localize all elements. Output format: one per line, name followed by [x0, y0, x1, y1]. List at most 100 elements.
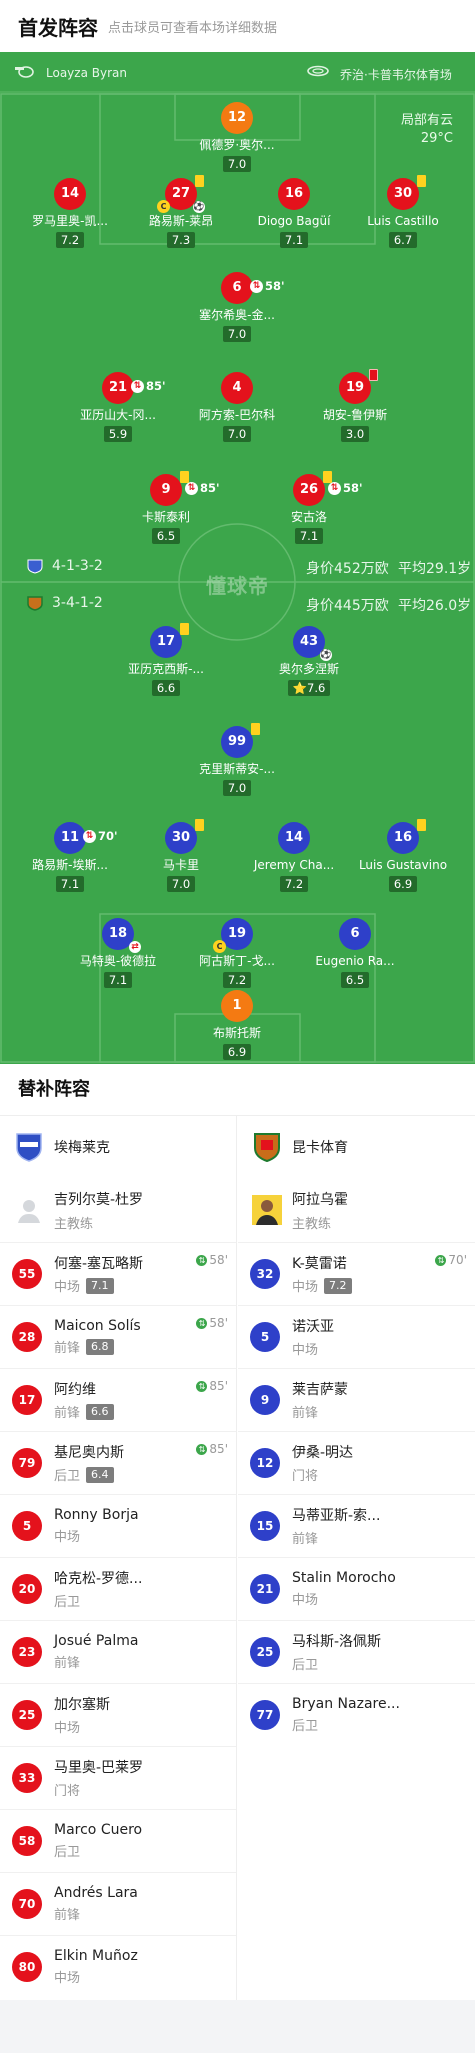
away-player-99[interactable]: 99 克里斯蒂安-... 7.0	[177, 723, 297, 796]
sub-player-position: 前锋	[54, 1908, 81, 1923]
home-team-name: 埃梅莱克	[54, 1140, 110, 1156]
player-number-wrap: 6 ⇅ 58'	[221, 272, 285, 304]
sub-player-row[interactable]: 5 诺沃亚 中场	[238, 1305, 475, 1368]
player-number-wrap: 9 ⇅ 85'	[150, 471, 220, 506]
sub-player-row[interactable]: 70 Andrés Lara 前锋	[0, 1872, 236, 1935]
player-rating: 7.6	[307, 681, 326, 695]
sub-player-position: 中场	[54, 1721, 81, 1736]
sub-player-row[interactable]: 55 何塞-塞瓦略斯 中场 7.1 ⇅ 58'	[0, 1242, 236, 1305]
sub-player-row[interactable]: 23 Josué Palma 前锋	[0, 1620, 236, 1683]
home-player-16[interactable]: 16 Diogo Bagüí 7.1	[234, 178, 354, 248]
player-name: 胡安-鲁伊斯	[322, 408, 388, 422]
away-player-14[interactable]: 14 Jeremy Cha... 7.2	[234, 822, 354, 892]
sub-player-row[interactable]: 9 莱吉萨蒙 前锋	[238, 1368, 475, 1431]
home-player-9[interactable]: 9 ⇅ 85' 卡斯泰利 6.5	[106, 471, 226, 544]
home-formation: 4-1-3-2	[52, 558, 103, 574]
sub-player-row[interactable]: 79 基尼奥内斯 后卫 6.4 ⇅ 85'	[0, 1431, 236, 1494]
player-number: 6	[232, 280, 242, 295]
sub-player-row[interactable]: 33 马里奥-巴莱罗 门将	[0, 1746, 236, 1809]
player-number-wrap: 19	[339, 369, 378, 404]
player-number-wrap: 99	[221, 723, 260, 758]
home-sub-list: 55 何塞-塞瓦略斯 中场 7.1 ⇅ 58' 28 Maicon Solís 前锋 6.8 ⇅ 58…	[0, 1242, 236, 1998]
sub-player-row[interactable]: 25 加尔塞斯 中场	[0, 1683, 236, 1746]
sub-player-row[interactable]: 32 K-莫雷诺 中场 7.2 ⇅ 70'	[238, 1242, 475, 1305]
sub-player-row[interactable]: 20 哈克松-罗德... 后卫	[0, 1557, 236, 1620]
away-subs-team[interactable]: 昆卡体育	[238, 1116, 475, 1178]
home-player-30[interactable]: 30 Luis Castillo 6.7	[343, 175, 463, 248]
away-player-17[interactable]: 17 亚历克西斯-... 6.6	[106, 623, 226, 696]
coach-role: 主教练	[292, 1216, 332, 1232]
sub-minute: 85'	[209, 1442, 228, 1456]
red-card-icon	[369, 369, 378, 381]
home-player-6[interactable]: 6 ⇅ 58' 塞尔希奥-金... 7.0	[177, 272, 297, 342]
weather-info: 局部有云 29°C	[401, 112, 453, 148]
player-name: 罗马里奥-凯...	[32, 214, 108, 228]
coach-role: 主教练	[54, 1216, 94, 1232]
sub-player-row[interactable]: 17 阿约维 前锋 6.6 ⇅ 85'	[0, 1368, 236, 1431]
player-number: 14	[278, 822, 310, 854]
away-player-30[interactable]: 30 马卡里 7.0	[121, 819, 241, 892]
away-player-6[interactable]: 6 Eugenio Ra... 6.5	[295, 918, 415, 988]
player-name: 卡斯泰利	[141, 510, 190, 524]
away-player-18[interactable]: 18 ⇄ 马特奥-彼德拉 7.1	[58, 918, 178, 988]
player-rating: 6.5	[151, 528, 181, 544]
home-player-19[interactable]: 19 胡安-鲁伊斯 3.0	[295, 369, 415, 442]
sub-player-name: 诺沃亚	[292, 1319, 334, 1335]
sub-minute: 70'	[98, 829, 118, 843]
home-player-12[interactable]: 12 佩德罗·奥尔... 7.0	[177, 102, 297, 172]
player-number: 11	[60, 830, 80, 845]
home-player-21[interactable]: 21 ⇅ 85' 亚历山大-冈... 5.9	[58, 372, 178, 442]
sub-out-icon: ⇅	[185, 481, 198, 495]
away-coach[interactable]: 阿拉乌霍 主教练	[238, 1178, 475, 1242]
away-player-1[interactable]: 1 布斯托斯 6.9	[177, 990, 297, 1060]
sub-player-row[interactable]: 25 马科斯-洛佩斯 后卫	[238, 1620, 475, 1683]
sub-player-position: 前锋	[292, 1532, 319, 1547]
player-name: 佩德罗·奥尔...	[199, 138, 275, 152]
away-player-11[interactable]: 11 ⇅ 70' 路易斯-埃斯... 7.1	[10, 822, 130, 892]
away-player-19[interactable]: 19 C 阿古斯丁-戈... 7.2	[177, 918, 297, 988]
home-player-27[interactable]: 27 C ⚽ 路易斯-莱昂 7.3	[121, 175, 241, 248]
player-number-wrap: 19 C	[213, 918, 253, 953]
sub-player-row[interactable]: 5 Ronny Borja 中场	[0, 1494, 236, 1557]
sub-player-name: 马蒂亚斯-索...	[292, 1508, 381, 1524]
sub-player-row[interactable]: 12 伊桑-明达 门将	[238, 1431, 475, 1494]
player-rating: 7.3	[166, 232, 196, 248]
away-player-16[interactable]: 16 Luis Gustavino 6.9	[343, 819, 463, 892]
player-name: Eugenio Ra...	[315, 954, 395, 968]
lineup-header: 首发阵容 点击球员可查看本场详细数据	[0, 0, 475, 52]
yellow-card-icon	[417, 175, 426, 187]
sub-player-number: 21	[250, 1574, 280, 1604]
home-player-26[interactable]: 26 ⇅ 58' 安古洛 7.1	[249, 471, 369, 544]
sub-player-number: 25	[250, 1637, 280, 1667]
sub-player-row[interactable]: 80 Elkin Muñoz 中场	[0, 1935, 236, 1998]
sub-out-icon: ⇅	[131, 379, 144, 393]
home-squad-value: 身价452万欧	[306, 561, 389, 577]
sub-player-row[interactable]: 58 Marco Cuero 后卫	[0, 1809, 236, 1872]
sub-player-row[interactable]: 21 Stalin Morocho 中场	[238, 1557, 475, 1620]
player-rating: 7.0	[222, 780, 252, 796]
player-name: 克里斯蒂安-...	[199, 762, 275, 776]
home-team-name: Loayza Byran	[46, 66, 127, 80]
player-number-wrap: 30	[165, 819, 204, 854]
sub-player-number: 55	[12, 1259, 42, 1289]
home-player-4[interactable]: 4 阿方索-巴尔科 7.0	[177, 372, 297, 442]
goal-ball-icon: ⚽	[193, 201, 205, 213]
sub-player-row[interactable]: 28 Maicon Solís 前锋 6.8 ⇅ 58'	[0, 1305, 236, 1368]
sub-player-position: 中场	[54, 1280, 81, 1295]
player-rating: 7.1	[55, 876, 85, 892]
home-coach[interactable]: 吉列尔莫-杜罗 主教练	[0, 1178, 236, 1242]
sub-indicator: ⇅ 70'	[83, 820, 118, 852]
home-subs-team[interactable]: 埃梅莱克	[0, 1116, 236, 1178]
player-name: 奥尔多涅斯	[278, 662, 339, 676]
player-rating-wrap: ⭐7.6	[287, 680, 331, 696]
player-name: Luis Castillo	[367, 214, 439, 228]
home-player-14[interactable]: 14 罗马里奥-凯... 7.2	[10, 178, 130, 248]
player-rating: 3.0	[340, 426, 370, 442]
sub-player-name: Marco Cuero	[54, 1822, 143, 1838]
player-number: 19	[345, 380, 365, 395]
away-player-43[interactable]: 43 ⚽ 奥尔多涅斯 ⭐7.6	[249, 626, 369, 696]
sub-out-icon: ⇅	[328, 481, 341, 495]
player-name: 马特奥-彼德拉	[79, 954, 157, 968]
sub-player-row[interactable]: 15 马蒂亚斯-索... 前锋	[238, 1494, 475, 1557]
sub-player-row[interactable]: 77 Bryan Nazare... 后卫	[238, 1683, 475, 1746]
